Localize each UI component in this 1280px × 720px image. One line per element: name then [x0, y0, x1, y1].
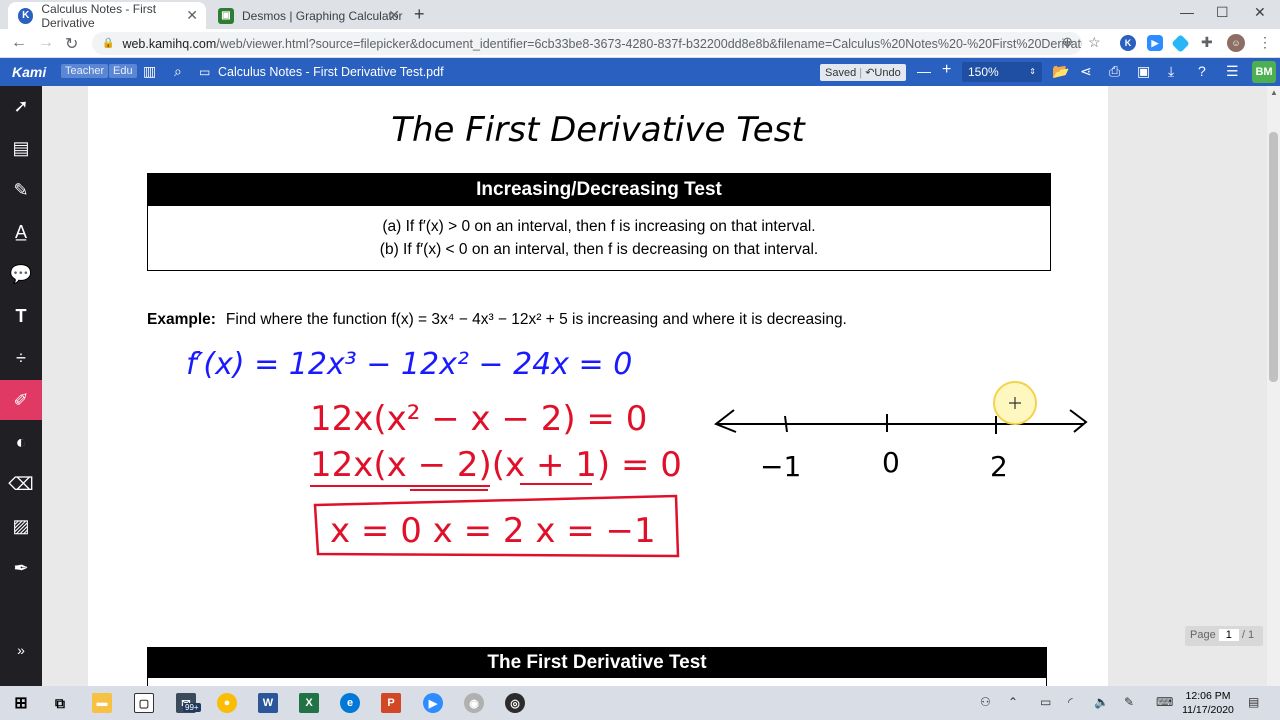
powerpoint-icon[interactable]: P	[381, 693, 401, 713]
ink-annotations: f′(x) = 12x³ − 12x² − 24x = 0 12x(x² − x…	[186, 347, 1088, 558]
clock-time: 12:06 PM	[1185, 690, 1231, 702]
excel-icon[interactable]: X	[299, 693, 319, 713]
first-derivative-test-box: The First Derivative Test	[147, 647, 1047, 686]
wifi-icon[interactable]: ◜	[1068, 695, 1073, 709]
task-view-icon[interactable]: ⧉	[50, 693, 70, 713]
system-clock[interactable]: 12:06 PM 11/17/2020	[1178, 689, 1238, 717]
keyboard-icon[interactable]: ⌨	[1156, 695, 1173, 709]
windows-taskbar: ⊞ ⧉ ▬ ▢ ✉ 99+ ● W X e P ▶ ◉ ◎ ⚇ ⌃ ▭ ◜ 🔈 …	[0, 686, 1280, 720]
tray-chevron-icon[interactable]: ⌃	[1008, 695, 1018, 709]
blue-derivative-ink: f′(x) = 12x³ − 12x² − 24x = 0	[186, 347, 632, 382]
store-icon[interactable]: ▢	[134, 693, 154, 713]
pen-icon[interactable]: ✎	[1124, 695, 1134, 709]
action-center-icon[interactable]: ▤	[1248, 695, 1259, 709]
red-factor-line-2: 12x(x − 2)(x + 1) = 0	[310, 445, 682, 485]
volume-icon[interactable]: 🔈	[1094, 695, 1109, 709]
obs-icon[interactable]: ◎	[505, 693, 525, 713]
battery-icon[interactable]: ▭	[1040, 695, 1051, 709]
red-roots-line: x = 0 x = 2 x = −1	[330, 511, 656, 551]
zoom-app-icon[interactable]: ▶	[423, 693, 443, 713]
page-current[interactable]: 1	[1218, 629, 1239, 641]
label-neg1: −1	[760, 450, 801, 483]
tick-neg1	[784, 415, 788, 433]
edge-icon[interactable]: e	[340, 693, 360, 713]
page-indicator[interactable]: Page 1/ 1	[1185, 626, 1263, 646]
number-line-right-arrow	[1069, 409, 1088, 433]
number-line-left-arrow	[714, 409, 737, 433]
red-factor-line-1: 12x(x² − x − 2) = 0	[310, 399, 647, 439]
number-line: −1 0 2	[714, 409, 1088, 483]
file-explorer-icon[interactable]: ▬	[92, 693, 112, 713]
word-icon[interactable]: W	[258, 693, 278, 713]
clock-date: 11/17/2020	[1182, 704, 1234, 716]
box-header: The First Derivative Test	[148, 648, 1046, 678]
page-total: / 1	[1241, 629, 1255, 641]
app-icon[interactable]: ◉	[464, 693, 484, 713]
page-label: Page	[1190, 629, 1216, 641]
chrome-icon[interactable]: ●	[217, 693, 237, 713]
label-2: 2	[990, 450, 1008, 483]
notification-count-badge: 99+	[183, 703, 201, 712]
label-0: 0	[882, 446, 900, 479]
people-icon[interactable]: ⚇	[980, 695, 991, 709]
windows-start-icon[interactable]: ⊞	[11, 693, 31, 713]
